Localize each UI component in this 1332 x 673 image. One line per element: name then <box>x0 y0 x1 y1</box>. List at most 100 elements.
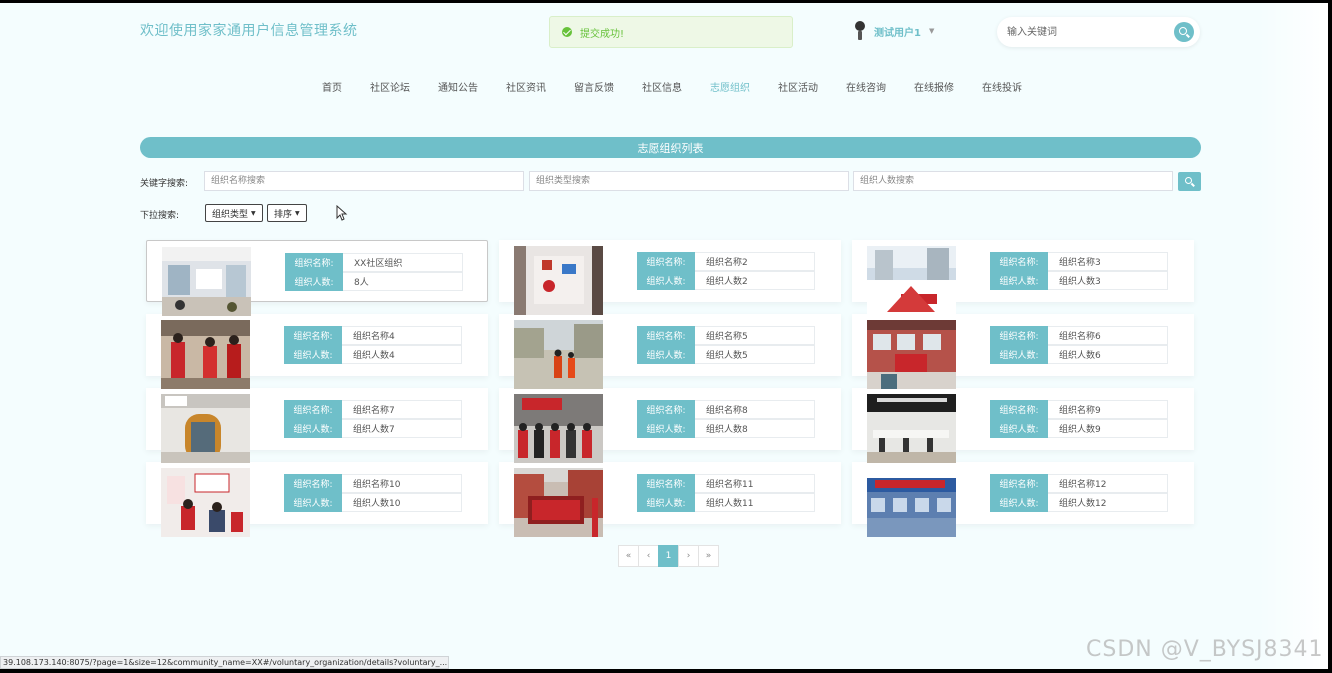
last-page-button[interactable]: » <box>698 545 719 567</box>
org-name-row: 组织名称: 组织名称6 <box>990 326 1168 345</box>
org-name-label: 组织名称: <box>637 252 695 271</box>
user-menu[interactable]: 测试用户1 ▼ <box>852 20 934 42</box>
nav-item[interactable]: 在线报修 <box>914 79 954 94</box>
org-count-label: 组织人数: <box>284 419 342 438</box>
org-card[interactable]: 组织名称: XX社区组织 组织人数: 8人 <box>146 240 488 316</box>
org-name-label: 组织名称: <box>284 474 342 493</box>
photo-building-sign[interactable] <box>867 246 956 315</box>
header-search-button[interactable] <box>1174 22 1194 42</box>
next-page-button[interactable]: › <box>678 545 699 567</box>
watermark: CSDN @V_BYSJ8341 <box>1086 637 1324 662</box>
org-name-value: 组织名称7 <box>342 400 462 419</box>
header-search-input[interactable] <box>1007 24 1167 40</box>
org-count-row: 组织人数: 组织人数5 <box>637 345 815 364</box>
org-name-row: 组织名称: XX社区组织 <box>285 253 463 272</box>
photo-community-building[interactable] <box>867 320 956 389</box>
org-card[interactable]: 组织名称: 组织名称8 组织人数: 组织人数8 <box>499 388 841 463</box>
photo-meeting-room[interactable] <box>867 394 956 463</box>
org-card[interactable]: 组织名称: 组织名称4 组织人数: 组织人数4 <box>146 314 488 389</box>
header-search <box>997 17 1200 47</box>
org-count-search-input[interactable] <box>853 171 1173 191</box>
org-name-row: 组织名称: 组织名称11 <box>637 474 815 493</box>
photo-group[interactable] <box>514 394 603 463</box>
org-card[interactable]: 组织名称: 组织名称3 组织人数: 组织人数3 <box>852 240 1194 315</box>
org-card[interactable]: 组织名称: 组织名称10 组织人数: 组织人数10 <box>146 462 488 537</box>
first-page-button[interactable]: « <box>618 545 639 567</box>
search-icon <box>1179 27 1187 35</box>
org-count-row: 组织人数: 组织人数3 <box>990 271 1168 290</box>
caret-down-icon: ▼ <box>251 209 256 217</box>
nav-item[interactable]: 社区论坛 <box>370 79 410 94</box>
org-card[interactable]: 组织名称: 组织名称12 组织人数: 组织人数12 <box>852 462 1194 537</box>
org-count-value: 8人 <box>343 272 463 291</box>
org-count-row: 组织人数: 组织人数6 <box>990 345 1168 364</box>
org-card[interactable]: 组织名称: 组织名称9 组织人数: 组织人数9 <box>852 388 1194 463</box>
query-button[interactable] <box>1178 172 1201 191</box>
org-count-value: 组织人数11 <box>695 493 815 512</box>
org-name-value: 组织名称10 <box>342 474 462 493</box>
nav-item[interactable]: 在线咨询 <box>846 79 886 94</box>
photo-notice-board[interactable] <box>514 468 603 537</box>
prev-page-button[interactable]: ‹ <box>638 545 659 567</box>
org-count-value: 组织人数4 <box>342 345 462 364</box>
org-name-search-input[interactable] <box>204 171 524 191</box>
photo-wall-display[interactable] <box>514 246 603 315</box>
nav-item[interactable]: 留言反馈 <box>574 79 614 94</box>
main-nav: 首页 社区论坛 通知公告 社区资讯 留言反馈 社区信息 志愿组织 社区活动 在线咨询 在线报修 在线… <box>322 79 1050 94</box>
photo-service-window[interactable] <box>161 394 250 463</box>
org-count-value: 组织人数5 <box>695 345 815 364</box>
keyword-search-label: 关键字搜索: <box>140 179 189 189</box>
nav-item[interactable]: 社区信息 <box>642 79 682 94</box>
photo-service-center[interactable] <box>867 468 956 537</box>
nav-item[interactable]: 首页 <box>322 79 342 94</box>
page: 欢迎使用家家通用户信息管理系统 提交成功! 测试用户1 ▼ 首页 社区论坛 通知公告… <box>0 3 1328 669</box>
org-name-row: 组织名称: 组织名称9 <box>990 400 1168 419</box>
org-count-row: 组织人数: 组织人数11 <box>637 493 815 512</box>
photo-volunteers[interactable] <box>161 320 250 389</box>
org-name-value: 组织名称12 <box>1048 474 1168 493</box>
photo-consultation[interactable] <box>161 468 250 537</box>
search-icon <box>1185 177 1192 184</box>
current-page-button[interactable]: 1 <box>658 545 679 567</box>
org-name-row: 组织名称: 组织名称7 <box>284 400 462 419</box>
org-card[interactable]: 组织名称: 组织名称6 组织人数: 组织人数6 <box>852 314 1194 389</box>
nav-item[interactable]: 志愿组织 <box>710 79 750 94</box>
org-card[interactable]: 组织名称: 组织名称7 组织人数: 组织人数7 <box>146 388 488 463</box>
org-card[interactable]: 组织名称: 组织名称5 组织人数: 组织人数5 <box>499 314 841 389</box>
org-name-row: 组织名称: 组织名称5 <box>637 326 815 345</box>
sort-dropdown[interactable]: 排序 ▼ <box>267 204 307 222</box>
nav-item[interactable]: 通知公告 <box>438 79 478 94</box>
org-count-label: 组织人数: <box>637 493 695 512</box>
org-name-row: 组织名称: 组织名称3 <box>990 252 1168 271</box>
org-name-label: 组织名称: <box>637 474 695 493</box>
org-count-label: 组织人数: <box>637 271 695 290</box>
org-card[interactable]: 组织名称: 组织名称2 组织人数: 组织人数2 <box>499 240 841 315</box>
nav-item[interactable]: 社区资讯 <box>506 79 546 94</box>
org-type-dropdown[interactable]: 组织类型 ▼ <box>205 204 263 222</box>
org-name-label: 组织名称: <box>990 252 1048 271</box>
user-avatar-icon <box>852 20 868 42</box>
org-name-value: 组织名称9 <box>1048 400 1168 419</box>
org-count-row: 组织人数: 组织人数4 <box>284 345 462 364</box>
org-name-value: XX社区组织 <box>343 253 463 272</box>
org-count-value: 组织人数3 <box>1048 271 1168 290</box>
org-type-dropdown-label: 组织类型 <box>212 209 249 220</box>
org-card[interactable]: 组织名称: 组织名称11 组织人数: 组织人数11 <box>499 462 841 537</box>
nav-item[interactable]: 社区活动 <box>778 79 818 94</box>
org-count-value: 组织人数7 <box>342 419 462 438</box>
org-count-row: 组织人数: 组织人数7 <box>284 419 462 438</box>
org-type-search-input[interactable] <box>529 171 849 191</box>
photo-street-volunteers[interactable] <box>514 320 603 389</box>
org-name-label: 组织名称: <box>284 326 342 345</box>
org-count-row: 组织人数: 组织人数10 <box>284 493 462 512</box>
org-name-row: 组织名称: 组织名称2 <box>637 252 815 271</box>
photo-community-office[interactable] <box>162 247 251 316</box>
org-count-row: 组织人数: 组织人数9 <box>990 419 1168 438</box>
org-count-value: 组织人数9 <box>1048 419 1168 438</box>
org-name-label: 组织名称: <box>637 326 695 345</box>
nav-item[interactable]: 在线投诉 <box>982 79 1022 94</box>
org-count-label: 组织人数: <box>990 419 1048 438</box>
section-title: 志愿组织列表 <box>637 141 704 155</box>
sort-dropdown-label: 排序 <box>274 209 293 220</box>
site-title: 欢迎使用家家通用户信息管理系统 <box>140 23 358 39</box>
